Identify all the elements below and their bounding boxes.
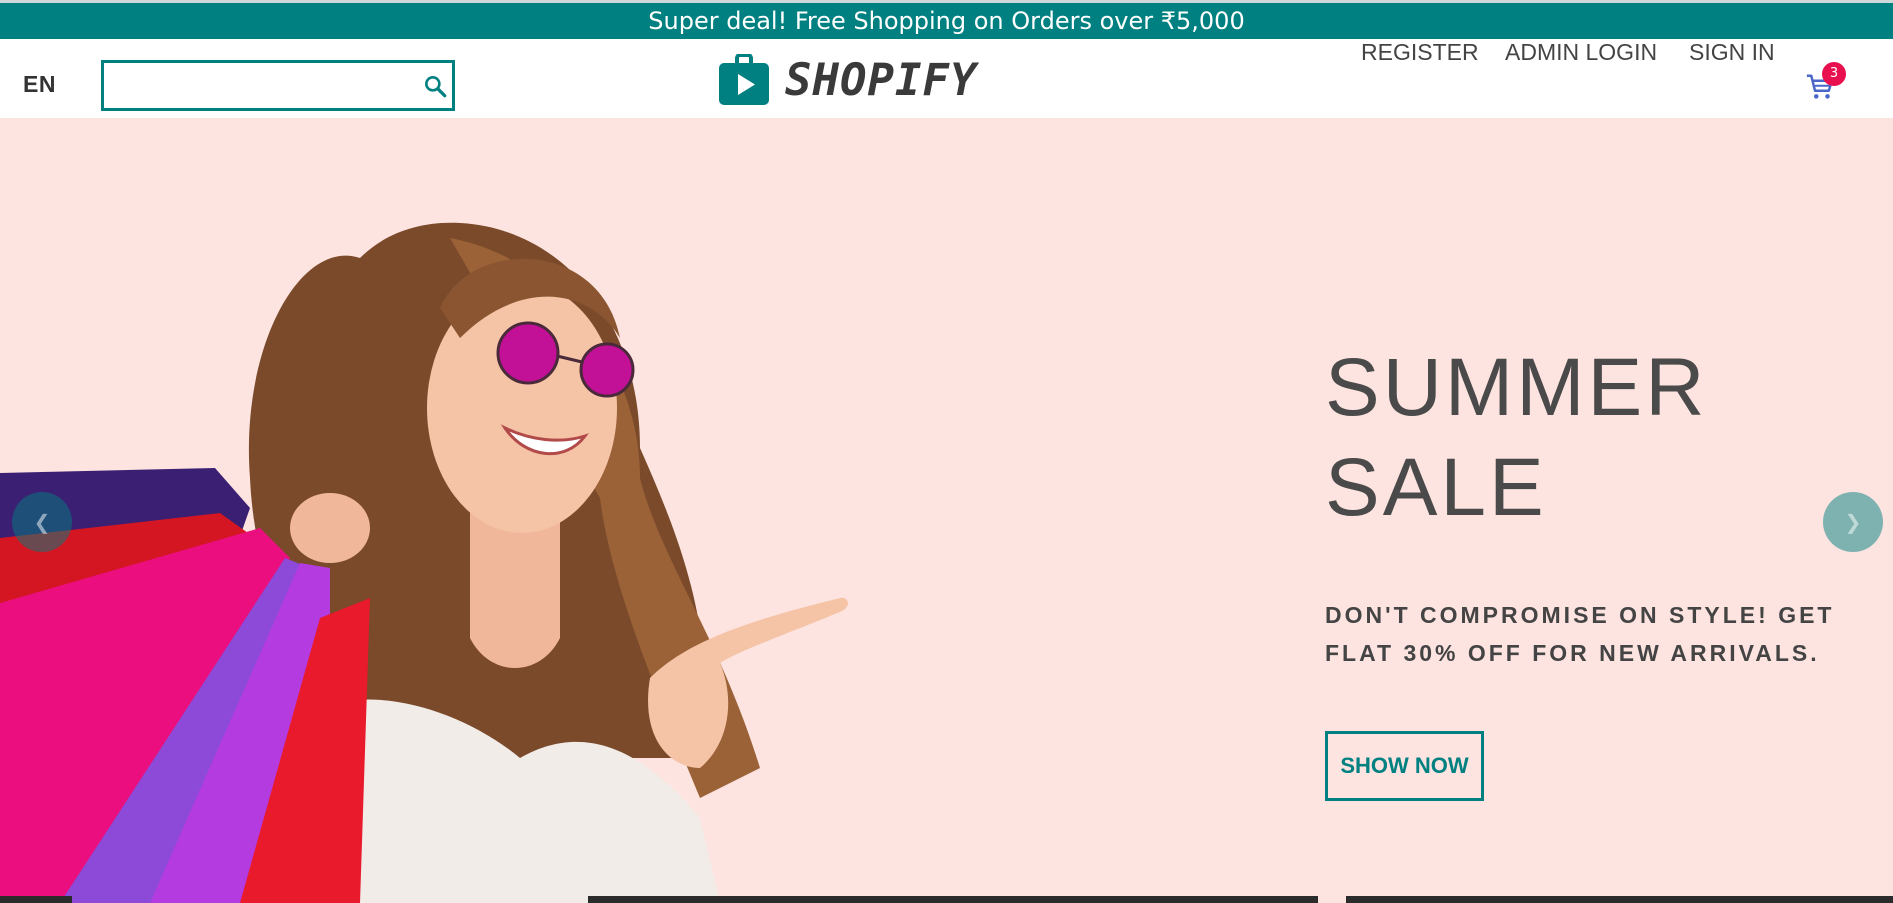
- logo-text: SHOPIFY: [785, 54, 978, 106]
- navbar: EN SHOPIFY REGISTER ADMIN LOGIN SIGN IN …: [0, 39, 1893, 118]
- language-selector[interactable]: EN: [23, 71, 56, 98]
- cart-count-badge: 3: [1822, 62, 1846, 86]
- hero-title-line-1: SUMMER: [1325, 342, 1708, 433]
- site-logo[interactable]: SHOPIFY: [718, 54, 977, 106]
- hero-image: [0, 222, 848, 903]
- show-now-button[interactable]: SHOW NOW: [1325, 731, 1484, 801]
- search-input[interactable]: [112, 69, 412, 102]
- carousel-prev-button[interactable]: ❮: [12, 492, 72, 552]
- divider: [0, 896, 72, 903]
- hero-title-line-2: SALE: [1325, 442, 1547, 533]
- carousel-next-button[interactable]: ❯: [1823, 492, 1883, 552]
- search-icon[interactable]: [422, 73, 448, 99]
- sign-in-link[interactable]: SIGN IN: [1689, 39, 1775, 66]
- search-box[interactable]: [101, 60, 455, 111]
- shopping-bag-play-icon: [719, 54, 769, 105]
- hero-title: SUMMER SALE: [1325, 338, 1805, 538]
- register-link[interactable]: REGISTER: [1361, 39, 1479, 66]
- divider: [1346, 896, 1893, 903]
- divider: [588, 896, 1318, 903]
- announcement-text: Super deal! Free Shopping on Orders over…: [648, 7, 1245, 35]
- hero-description: DON'T COMPROMISE ON STYLE! GET FLAT 30% …: [1325, 602, 1835, 666]
- chevron-left-icon: ❮: [33, 510, 51, 534]
- admin-login-link[interactable]: ADMIN LOGIN: [1505, 39, 1657, 66]
- chevron-right-icon: ❯: [1844, 510, 1862, 534]
- hero-banner: ❮ ❯ SUMMER SALE DON'T COMPROMISE ON STYL…: [0, 118, 1893, 903]
- announcement-bar: Super deal! Free Shopping on Orders over…: [0, 0, 1893, 39]
